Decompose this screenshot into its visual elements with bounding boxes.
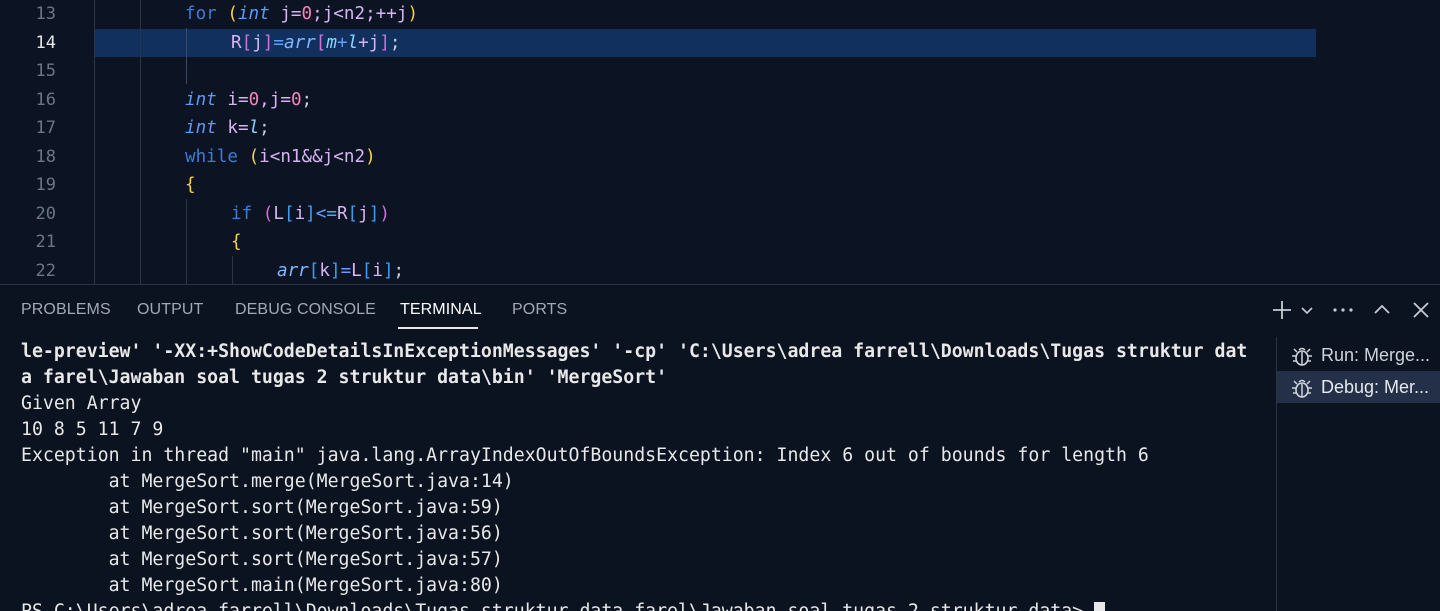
indent-guide xyxy=(94,0,95,284)
tab-ports[interactable]: PORTS xyxy=(512,301,567,327)
terminal-line: at MergeSort.sort(MergeSort.java:57) xyxy=(21,549,503,570)
terminal-line: at MergeSort.sort(MergeSort.java:59) xyxy=(21,497,503,518)
terminal-output[interactable]: le-preview' '-XX:+ShowCodeDetailsInExcep… xyxy=(0,337,1276,611)
line-number-active: 14 xyxy=(35,32,56,53)
new-terminal-button[interactable] xyxy=(1271,299,1293,323)
terminal-prompt-line: PS C:\Users\adrea farrell\Downloads\Tuga… xyxy=(21,599,1106,611)
indent-guide xyxy=(186,28,187,84)
line-number: 22 xyxy=(35,260,56,281)
terminal-line: at MergeSort.merge(MergeSort.java:14) xyxy=(21,471,514,492)
code-line-17: int k=l; xyxy=(185,118,270,138)
tab-terminal[interactable]: TERMINAL xyxy=(400,301,482,327)
more-actions-button[interactable] xyxy=(1332,299,1354,323)
debug-bug-icon xyxy=(1292,347,1312,366)
line-number-gutter: 13 14 15 16 17 18 19 20 21 22 xyxy=(0,0,94,284)
close-panel-button[interactable] xyxy=(1411,299,1431,323)
code-line-20: if (L[i]<=R[j]) xyxy=(231,203,390,224)
bottom-panel: PROBLEMS OUTPUT DEBUG CONSOLE TERMINAL P… xyxy=(0,284,1440,611)
maximize-panel-button[interactable] xyxy=(1372,299,1392,323)
terminal-session-debug[interactable]: Debug: Mer... xyxy=(1277,371,1440,403)
terminal-sessions-list: Run: Merge... Debug: Mer... xyxy=(1277,337,1440,611)
code-line-19: { xyxy=(185,175,196,195)
line-number: 21 xyxy=(35,232,56,252)
line-number: 18 xyxy=(35,146,56,167)
line-number: 20 xyxy=(35,203,56,224)
line-number: 16 xyxy=(35,89,56,110)
session-label: Debug: Mer... xyxy=(1321,377,1430,397)
terminal-line: at MergeSort.sort(MergeSort.java:56) xyxy=(21,523,503,544)
line-number: 17 xyxy=(35,118,56,138)
terminal-line: Exception in thread "main" java.lang.Arr… xyxy=(21,445,1149,466)
session-label: Run: Merge... xyxy=(1321,345,1431,365)
code-line-22: arr[k]=L[i]; xyxy=(277,260,405,281)
tab-debug-console[interactable]: DEBUG CONSOLE xyxy=(235,301,376,327)
active-tab-indicator xyxy=(398,327,478,329)
close-icon xyxy=(1413,302,1429,318)
code-line-13: for (int j=0;j<n2;++j) xyxy=(185,4,419,24)
debug-bug-icon xyxy=(1292,379,1312,398)
code-line-18: while (i<n1&&j<n2) xyxy=(185,146,376,167)
terminal-line: le-preview' '-XX:+ShowCodeDetailsInExcep… xyxy=(21,341,1248,362)
chevron-down-icon xyxy=(1301,307,1313,315)
line-number: 15 xyxy=(35,61,56,81)
chevron-up-icon xyxy=(1374,304,1390,314)
indent-guide xyxy=(186,199,187,284)
code-line-16: int i=0,j=0; xyxy=(185,89,313,110)
code-line-14: R[j]=arr[m+l+j]; xyxy=(231,32,401,53)
indent-guide xyxy=(140,0,141,284)
code-editor[interactable]: 13 14 15 16 17 18 19 20 21 22 for (int j… xyxy=(0,0,1440,284)
indent-guide xyxy=(232,256,233,284)
line-number: 19 xyxy=(35,175,56,195)
plus-icon xyxy=(1273,301,1291,319)
tab-output[interactable]: OUTPUT xyxy=(137,301,203,327)
tab-problems[interactable]: PROBLEMS xyxy=(21,301,111,327)
terminal-line: a farel\Jawaban soal tugas 2 struktur da… xyxy=(21,367,668,388)
terminal-line: Given Array xyxy=(21,393,142,414)
terminal-line: 10 8 5 11 7 9 xyxy=(21,419,164,440)
code-line-21: { xyxy=(231,232,242,252)
terminal-line: at MergeSort.main(MergeSort.java:80) xyxy=(21,575,503,596)
terminal-profile-dropdown[interactable] xyxy=(1300,299,1314,323)
ellipsis-icon xyxy=(1333,308,1353,312)
terminal-session-run[interactable]: Run: Merge... xyxy=(1277,339,1440,371)
line-number: 13 xyxy=(35,4,56,24)
panel-tabs: PROBLEMS OUTPUT DEBUG CONSOLE TERMINAL P… xyxy=(0,285,1440,335)
